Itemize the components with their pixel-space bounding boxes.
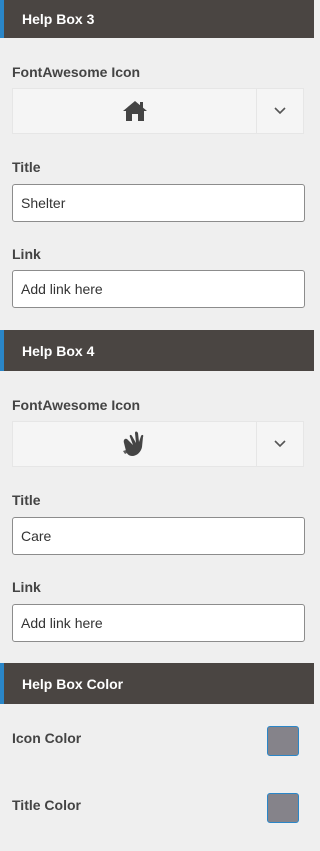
help-box-color-header[interactable]: Help Box Color [0,663,314,704]
chevron-down-icon [274,440,286,448]
help-box-4-title-input[interactable] [12,517,305,555]
home-icon [122,101,147,121]
icon-color-label: Icon Color [12,730,82,746]
help-box-4-icon-label: FontAwesome Icon [12,397,141,413]
help-box-3-header[interactable]: Help Box 3 [0,0,314,38]
help-box-4-title-label: Title [12,492,41,508]
help-box-color-title: Help Box Color [22,675,124,692]
help-box-4-title: Help Box 4 [22,342,95,359]
help-box-3-title-input[interactable] [12,184,305,222]
help-box-4-link-input[interactable] [12,604,305,642]
help-box-3-title: Help Box 3 [22,11,95,27]
icon-dropdown-toggle[interactable] [257,89,303,133]
sign-language-icon [122,431,143,456]
help-box-4-header[interactable]: Help Box 4 [0,330,314,371]
title-color-label: Title Color [12,797,81,813]
help-box-4-link-label: Link [12,579,41,595]
icon-preview[interactable] [13,422,257,466]
help-box-3-title-label: Title [12,159,41,175]
icon-preview[interactable] [13,89,257,133]
title-color-swatch[interactable] [267,793,299,823]
help-box-3-link-label: Link [12,246,41,262]
help-box-4-icon-picker[interactable] [12,421,304,467]
icon-dropdown-toggle[interactable] [257,422,303,466]
help-box-3-icon-picker[interactable] [12,88,304,134]
help-box-3-link-input[interactable] [12,270,305,308]
help-box-3-icon-label: FontAwesome Icon [12,64,141,80]
icon-color-swatch[interactable] [267,726,299,756]
chevron-down-icon [274,107,286,115]
